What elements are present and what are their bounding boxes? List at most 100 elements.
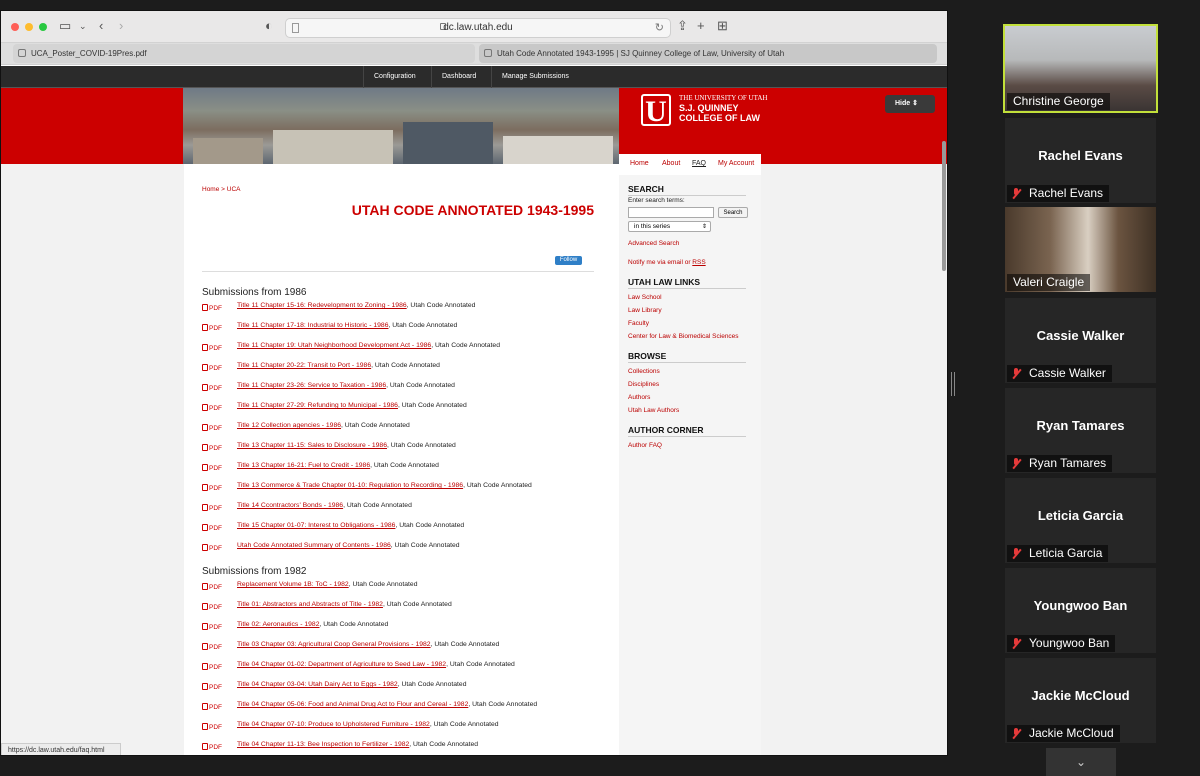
participant-tile[interactable]: Cassie Walker Cassie Walker [1005, 298, 1156, 383]
back-icon[interactable]: ‹ [99, 19, 103, 33]
participant-tile[interactable]: Leticia Garcia Leticia Garcia [1005, 478, 1156, 563]
pdf-link[interactable]: PDF [202, 544, 222, 552]
rss-link[interactable]: RSS [692, 259, 705, 266]
pdf-link[interactable]: PDF [202, 424, 222, 432]
tab-pdf[interactable]: UCA_Poster_COVID-19Pres.pdf [13, 44, 475, 63]
privacy-shield-icon[interactable]: ◐ [265, 19, 273, 33]
item-title-link[interactable]: Title 13 Chapter 11-15: Sales to Disclos… [237, 442, 387, 449]
item-title-link[interactable]: Title 14 Ccontractors' Bonds - 1986 [237, 502, 343, 509]
reload-icon[interactable]: ↻ [655, 21, 664, 34]
item-title-link[interactable]: Title 11 Chapter 15-16: Redevelopment to… [237, 302, 407, 309]
admin-configuration-link[interactable]: Configuration [363, 66, 426, 88]
pdf-link[interactable]: PDF [202, 344, 222, 352]
pdf-link[interactable]: PDF [202, 743, 222, 751]
item-title-link[interactable]: Title 04 Chapter 03-04: Utah Dairy Act t… [237, 681, 398, 688]
pdf-link[interactable]: PDF [202, 404, 222, 412]
item-title-link[interactable]: Title 11 Chapter 17-18: Industrial to Hi… [237, 322, 389, 329]
search-scope-select[interactable]: in this series ⇕ [628, 221, 711, 232]
pdf-link[interactable]: PDF [202, 643, 222, 651]
gallery-scroll-down-button[interactable]: ⌄ [1046, 748, 1116, 776]
author-faq-link[interactable]: Author FAQ [628, 442, 662, 449]
pdf-link[interactable]: PDF [202, 484, 222, 492]
browse-disciplines[interactable]: Disciplines [628, 381, 659, 388]
list-item: PDF Title 13 Chapter 11-15: Sales to Disc… [202, 442, 602, 454]
pdf-link[interactable]: PDF [202, 384, 222, 392]
item-title-link[interactable]: Title 04 Chapter 01-02: Department of Ag… [237, 661, 446, 668]
browse-utah-law-authors[interactable]: Utah Law Authors [628, 407, 679, 414]
pdf-link[interactable]: PDF [202, 324, 222, 332]
advanced-search-link[interactable]: Advanced Search [628, 240, 679, 247]
search-button[interactable]: Search [718, 207, 748, 218]
pdf-icon [202, 623, 208, 630]
admin-manage-submissions-link[interactable]: Manage Submissions [491, 66, 579, 88]
tab-utah-code[interactable]: Utah Code Annotated 1943-1995 | SJ Quinn… [479, 44, 937, 63]
participant-tile[interactable]: Rachel Evans Rachel Evans [1005, 118, 1156, 203]
item-title-link[interactable]: Title 11 Chapter 19: Utah Neighborhood D… [237, 342, 431, 349]
panel-resize-handle[interactable] [951, 372, 955, 396]
pdf-link[interactable]: PDF [202, 364, 222, 372]
pdf-link[interactable]: PDF [202, 304, 222, 312]
item-title-link[interactable]: Title 15 Chapter 01-07: Interest to Obli… [237, 522, 395, 529]
item-title-link[interactable]: Title 13 Commerce & Trade Chapter 01-10:… [237, 482, 463, 489]
nav-about[interactable]: About [662, 160, 680, 167]
participant-tile[interactable]: Ryan Tamares Ryan Tamares [1005, 388, 1156, 473]
link-law-library[interactable]: Law Library [628, 307, 662, 314]
chevron-down-icon: ⌄ [1075, 755, 1087, 769]
participant-tile[interactable]: Christine George [1003, 24, 1158, 113]
pdf-link[interactable]: PDF [202, 703, 222, 711]
admin-dashboard-link[interactable]: Dashboard [431, 66, 486, 88]
item-title-link[interactable]: Title 04 Chapter 11-13: Bee Inspection t… [237, 741, 409, 748]
minimize-window-button[interactable] [25, 23, 33, 31]
notify-text[interactable]: Notify me via email or [628, 259, 692, 266]
pdf-link[interactable]: PDF [202, 663, 222, 671]
item-title-link[interactable]: Title 11 Chapter 23-26: Service to Taxat… [237, 382, 386, 389]
item-title-link[interactable]: Title 04 Chapter 07-10: Produce to Uphol… [237, 721, 430, 728]
forward-icon[interactable]: › [119, 19, 123, 33]
item-title-link[interactable]: Title 12 Collection agencies - 1986 [237, 422, 341, 429]
close-window-button[interactable] [11, 23, 19, 31]
link-law-school[interactable]: Law School [628, 294, 662, 301]
search-input[interactable] [628, 207, 714, 218]
item-title-link[interactable]: Title 01: Abstractors and Abstracts of T… [237, 601, 383, 608]
breadcrumb[interactable]: Home > UCA [202, 186, 240, 193]
page-scrollbar[interactable] [942, 141, 946, 271]
nav-faq[interactable]: FAQ [692, 160, 706, 167]
notify-link[interactable]: Notify me via email or RSS [628, 259, 706, 266]
address-bar[interactable]: dc.law.utah.edu ↻ [285, 18, 671, 38]
participant-tile[interactable]: Youngwoo Ban Youngwoo Ban [1005, 568, 1156, 653]
link-biomedical-center[interactable]: Center for Law & Biomedical Sciences [628, 333, 739, 340]
pdf-link[interactable]: PDF [202, 583, 222, 591]
nav-my-account[interactable]: My Account [718, 160, 754, 167]
admin-bar: Configuration Dashboard Manage Submissio… [1, 66, 947, 88]
participant-tile[interactable]: Valeri Craigle [1005, 207, 1156, 292]
pdf-link[interactable]: PDF [202, 603, 222, 611]
chevron-down-icon[interactable]: ⌄ [79, 19, 87, 33]
pdf-link[interactable]: PDF [202, 464, 222, 472]
item-title-link[interactable]: Title 04 Chapter 05-06: Food and Animal … [237, 701, 468, 708]
pdf-link[interactable]: PDF [202, 723, 222, 731]
nav-home[interactable]: Home [630, 160, 649, 167]
pdf-link[interactable]: PDF [202, 504, 222, 512]
browse-collections[interactable]: Collections [628, 368, 660, 375]
share-icon[interactable]: ⇪ [677, 19, 688, 33]
item-title-link[interactable]: Title 13 Chapter 16-21: Fuel to Credit -… [237, 462, 370, 469]
new-tab-icon[interactable]: + [697, 19, 705, 33]
link-faculty[interactable]: Faculty [628, 320, 649, 327]
pdf-link[interactable]: PDF [202, 524, 222, 532]
item-title-link[interactable]: Utah Code Annotated Summary of Contents … [237, 542, 391, 549]
browse-authors[interactable]: Authors [628, 394, 650, 401]
item-title-link[interactable]: Title 03 Chapter 03: Agricultural Coop G… [237, 641, 431, 648]
participant-tile[interactable]: Jackie McCloud Jackie McCloud [1005, 658, 1156, 743]
pdf-link[interactable]: PDF [202, 623, 222, 631]
item-title-link[interactable]: Title 11 Chapter 27-29: Refunding to Mun… [237, 402, 398, 409]
hide-button[interactable]: Hide ⇕ [885, 95, 935, 113]
follow-button[interactable]: Follow [555, 256, 582, 265]
item-title-link[interactable]: Title 11 Chapter 20-22: Transit to Port … [237, 362, 371, 369]
pdf-link[interactable]: PDF [202, 683, 222, 691]
pdf-link[interactable]: PDF [202, 444, 222, 452]
sidebar-toggle-icon[interactable]: ▭ [59, 19, 71, 33]
item-title-link[interactable]: Replacement Volume 1B: ToC - 1982 [237, 581, 349, 588]
zoom-window-button[interactable] [39, 23, 47, 31]
item-title-link[interactable]: Title 02: Aeronautics - 1982 [237, 621, 320, 628]
tab-overview-icon[interactable]: ⊞ [717, 19, 728, 33]
